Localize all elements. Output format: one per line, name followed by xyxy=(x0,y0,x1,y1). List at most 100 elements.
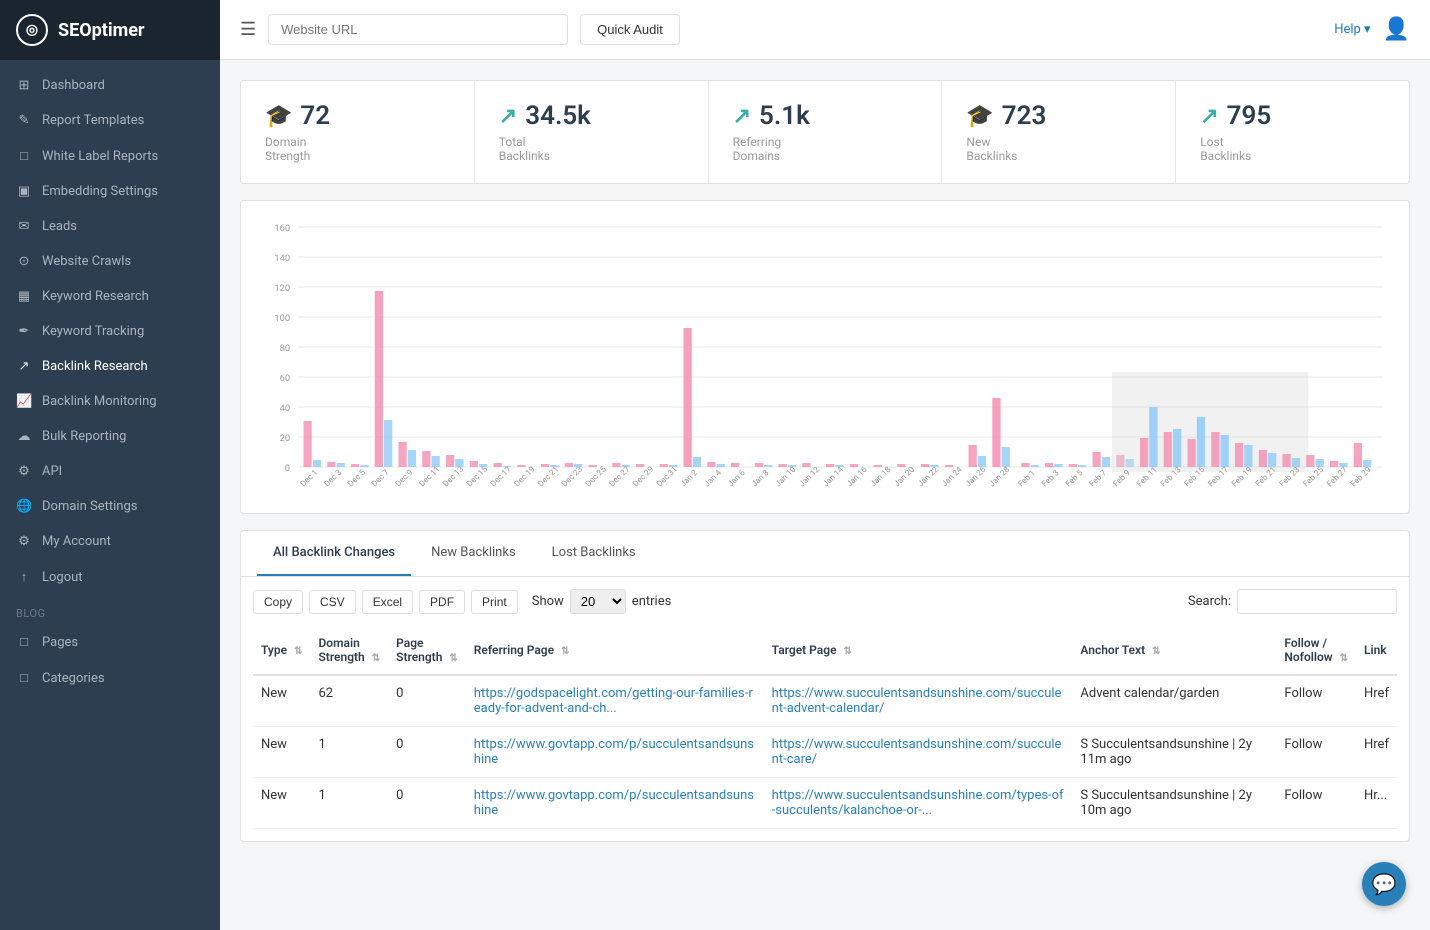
logo-icon: ◎ xyxy=(16,14,48,46)
th-follow[interactable]: Follow /Nofollow ⇅ xyxy=(1276,626,1356,675)
sidebar-item-my-account[interactable]: ⚙My Account xyxy=(0,524,220,559)
sidebar-item-domain-settings[interactable]: 🌐Domain Settings xyxy=(0,489,220,524)
chart-container: 0 20 40 60 80 100 120 140 160 xyxy=(240,200,1410,514)
sidebar-item-website-crawls[interactable]: ⊙ Website Crawls xyxy=(0,244,220,279)
svg-text:Jan 14: Jan 14 xyxy=(820,464,845,488)
user-icon[interactable]: 👤 xyxy=(1383,17,1410,42)
sidebar-item-keyword-tracking[interactable]: ✒Keyword Tracking xyxy=(0,314,220,349)
content-area: 🎓 72 DomainStrength ↗ 34.5k TotalBacklin… xyxy=(220,60,1430,930)
tab-1[interactable]: New Backlinks xyxy=(415,531,532,576)
sidebar-logo[interactable]: ◎ SEOptimer xyxy=(0,0,220,60)
keyword-research-icon: ▦ xyxy=(16,289,32,304)
help-button[interactable]: Help ▾ xyxy=(1334,22,1370,37)
sidebar-item-embedding-settings[interactable]: ▣Embedding Settings xyxy=(0,174,220,209)
svg-text:Dec 9: Dec 9 xyxy=(393,467,415,489)
topbar: ☰ Quick Audit Help ▾ 👤 xyxy=(220,0,1430,60)
stat-value-0: 🎓 72 xyxy=(265,101,450,131)
sidebar-label-white-label-reports: White Label Reports xyxy=(42,149,158,164)
cell-ps-0: 0 xyxy=(388,675,466,727)
chat-bubble[interactable]: 💬 xyxy=(1362,862,1406,906)
sidebar-item-keyword-research[interactable]: ▦Keyword Research xyxy=(0,279,220,314)
tabs-row: All Backlink ChangesNew BacklinksLost Ba… xyxy=(240,530,1410,576)
svg-text:Dec 21: Dec 21 xyxy=(535,464,560,488)
th-anchor-text[interactable]: Anchor Text ⇅ xyxy=(1072,626,1276,675)
report-templates-icon: ✎ xyxy=(16,113,32,128)
cell-ps-1: 0 xyxy=(388,727,466,778)
tab-0[interactable]: All Backlink Changes xyxy=(257,531,411,576)
stat-card-4: ↗ 795 LostBacklinks xyxy=(1176,81,1409,183)
svg-text:160: 160 xyxy=(274,224,290,234)
th-target-page[interactable]: Target Page ⇅ xyxy=(764,626,1073,675)
quick-audit-button[interactable]: Quick Audit xyxy=(580,14,680,45)
svg-text:Feb 27: Feb 27 xyxy=(1324,464,1349,488)
tab-2[interactable]: Lost Backlinks xyxy=(536,531,652,576)
svg-text:Jan 10: Jan 10 xyxy=(773,464,798,488)
sidebar-item-blog-pages[interactable]: □Pages xyxy=(0,624,220,660)
sidebar-nav: ⊞Dashboard✎Report Templates□White Label … xyxy=(0,60,220,930)
sidebar-item-backlink-research[interactable]: ↗ Backlink Research xyxy=(0,349,220,384)
keyword-tracking-icon: ✒ xyxy=(16,324,32,339)
svg-text:Jan 12: Jan 12 xyxy=(797,464,822,488)
svg-text:Feb 7: Feb 7 xyxy=(1087,467,1109,488)
backlink-research-icon: ↗ xyxy=(16,359,32,374)
svg-text:Jan 16: Jan 16 xyxy=(844,464,869,488)
sidebar-item-white-label-reports[interactable]: □White Label Reports xyxy=(0,138,220,174)
sidebar-item-bulk-reporting[interactable]: ☁Bulk Reporting xyxy=(0,419,220,454)
api-icon: ⚙ xyxy=(16,464,32,479)
sidebar-item-report-templates[interactable]: ✎Report Templates xyxy=(0,103,220,138)
sidebar-label-backlink-research: Backlink Research xyxy=(42,359,148,374)
stat-icon-4: ↗ xyxy=(1200,104,1218,129)
stat-number-2: 5.1k xyxy=(759,101,810,131)
svg-text:Jan 22: Jan 22 xyxy=(915,464,940,488)
sidebar-item-dashboard[interactable]: ⊞Dashboard xyxy=(0,68,220,103)
copy-button[interactable]: Copy xyxy=(253,590,303,614)
entries-select[interactable]: 2050100 xyxy=(570,589,626,614)
sidebar-item-blog-categories[interactable]: □Categories xyxy=(0,660,220,696)
search-input[interactable] xyxy=(1237,589,1397,614)
backlink-chart: 0 20 40 60 80 100 120 140 160 xyxy=(257,217,1393,497)
table-header: Type ⇅ DomainStrength ⇅ PageStrength ⇅ R… xyxy=(253,626,1397,675)
cell-target-2: https://www.succulentsandsunshine.com/ty… xyxy=(764,778,1073,829)
cell-target-1: https://www.succulentsandsunshine.com/su… xyxy=(764,727,1073,778)
svg-text:Jan 18: Jan 18 xyxy=(868,464,893,488)
pdf-button[interactable]: PDF xyxy=(419,590,465,614)
cell-type-1: New xyxy=(253,727,310,778)
th-referring-page[interactable]: Referring Page ⇅ xyxy=(466,626,764,675)
sidebar-label-website-crawls: Website Crawls xyxy=(42,254,131,269)
th-page-strength[interactable]: PageStrength ⇅ xyxy=(388,626,466,675)
stat-card-1: ↗ 34.5k TotalBacklinks xyxy=(475,81,709,183)
website-crawls-icon: ⊙ xyxy=(16,254,32,269)
th-domain-strength[interactable]: DomainStrength ⇅ xyxy=(310,626,388,675)
stat-value-4: ↗ 795 xyxy=(1200,101,1385,131)
cell-ds-2: 1 xyxy=(310,778,388,829)
cell-link-1: Href xyxy=(1356,727,1397,778)
stat-value-2: ↗ 5.1k xyxy=(733,101,918,131)
stat-card-3: 🎓 723 NewBacklinks xyxy=(942,81,1176,183)
cell-type-0: New xyxy=(253,675,310,727)
csv-button[interactable]: CSV xyxy=(309,590,356,614)
sidebar-item-leads[interactable]: ✉Leads xyxy=(0,209,220,244)
cell-link-2: Hr... xyxy=(1356,778,1397,829)
svg-text:80: 80 xyxy=(280,344,290,354)
stat-card-0: 🎓 72 DomainStrength xyxy=(241,81,475,183)
cell-ds-0: 62 xyxy=(310,675,388,727)
entries-text: entries xyxy=(632,594,672,609)
th-link[interactable]: Link xyxy=(1356,626,1397,675)
svg-text:Jan 20: Jan 20 xyxy=(892,464,917,488)
print-button[interactable]: Print xyxy=(471,590,518,614)
sidebar-item-logout[interactable]: ↑Logout xyxy=(0,559,220,595)
cell-follow-1: Follow xyxy=(1276,727,1356,778)
hamburger-icon[interactable]: ☰ xyxy=(240,19,256,40)
th-type[interactable]: Type ⇅ xyxy=(253,626,310,675)
excel-button[interactable]: Excel xyxy=(362,590,413,614)
stat-card-2: ↗ 5.1k ReferringDomains xyxy=(709,81,943,183)
svg-text:20: 20 xyxy=(280,434,290,444)
cell-follow-0: Follow xyxy=(1276,675,1356,727)
cell-link-0: Href xyxy=(1356,675,1397,727)
svg-text:Dec 5: Dec 5 xyxy=(345,467,367,489)
url-input[interactable] xyxy=(268,14,568,45)
sidebar-label-blog-categories: Categories xyxy=(42,671,105,686)
sidebar-item-backlink-monitoring[interactable]: 📈Backlink Monitoring xyxy=(0,384,220,419)
dashboard-icon: ⊞ xyxy=(16,78,32,93)
sidebar-item-api[interactable]: ⚙API xyxy=(0,454,220,489)
